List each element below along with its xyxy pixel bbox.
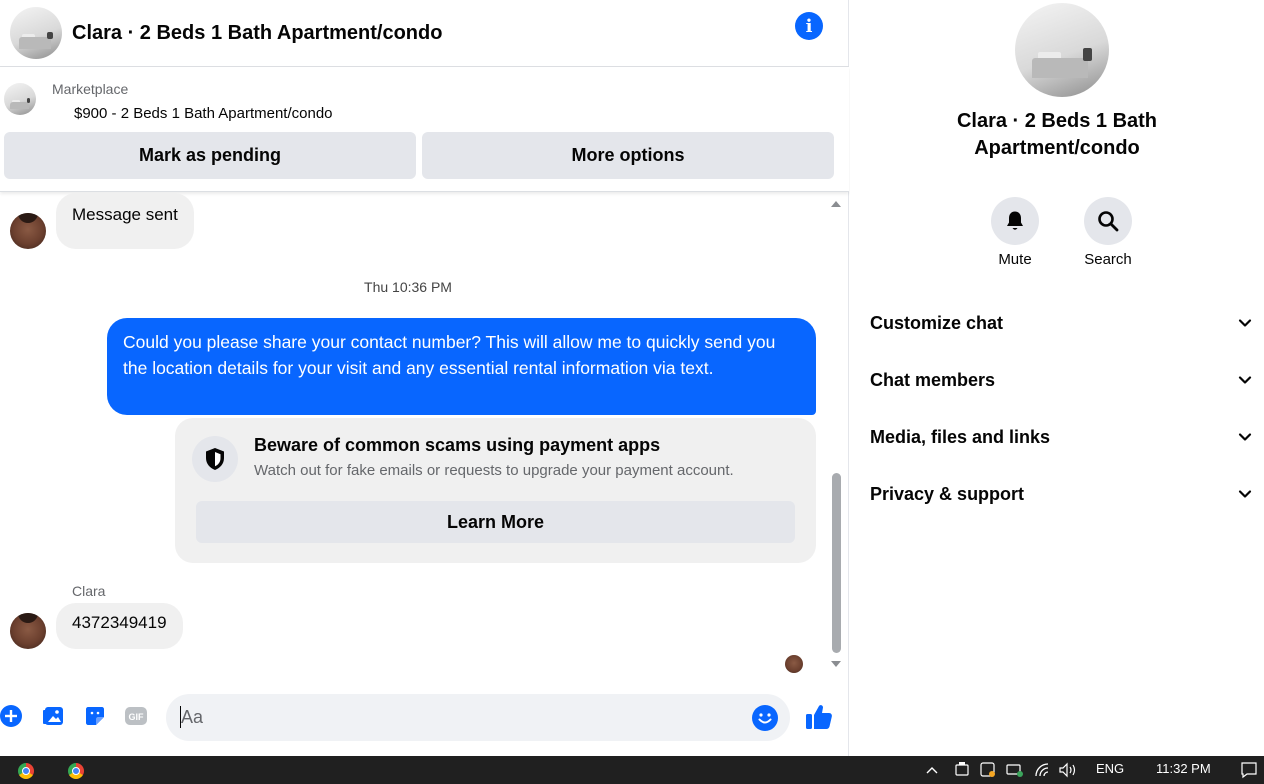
chevron-down-icon bbox=[1238, 490, 1252, 498]
listing-thumbnail[interactable] bbox=[4, 83, 36, 115]
language-indicator[interactable]: ENG bbox=[1096, 761, 1124, 776]
scam-warning-title: Beware of common scams using payment app… bbox=[254, 435, 661, 455]
section-label: Chat members bbox=[870, 369, 996, 390]
gif-icon[interactable]: GIF bbox=[124, 704, 148, 728]
listing-title[interactable]: $900 - 2 Beds 1 Bath Apartment/condo bbox=[74, 105, 333, 122]
pen-tablet-icon[interactable] bbox=[955, 762, 969, 778]
message-timestamp: Thu 10:36 PM bbox=[364, 279, 452, 295]
emoji-icon[interactable] bbox=[752, 705, 778, 731]
clara-avatar[interactable] bbox=[10, 213, 46, 249]
chevron-down-icon bbox=[1238, 376, 1252, 384]
marketplace-banner: Marketplace $900 - 2 Beds 1 Bath Apartme… bbox=[0, 67, 849, 192]
app-tray-icon[interactable] bbox=[980, 762, 996, 778]
message-bubble-incoming[interactable]: 4372349419 bbox=[56, 603, 183, 649]
chat-column: Clara · 2 Beds 1 Bath Apartment/condo i … bbox=[0, 0, 849, 756]
seen-indicator-avatar bbox=[785, 655, 803, 673]
chevron-down-icon bbox=[1238, 433, 1252, 441]
section-label: Media, files and links bbox=[870, 426, 1051, 447]
scroll-up-arrow-icon[interactable] bbox=[831, 201, 841, 207]
gif-label: GIF bbox=[129, 712, 145, 722]
section-label: Privacy & support bbox=[870, 483, 1025, 504]
clara-avatar[interactable] bbox=[10, 613, 46, 649]
system-clock[interactable]: 11:32 PM bbox=[1156, 761, 1211, 776]
scam-warning-description: Watch out for fake emails or requests to… bbox=[254, 462, 734, 479]
speaker-icon[interactable] bbox=[1058, 762, 1078, 778]
messenger-app: Clara · 2 Beds 1 Bath Apartment/condo i … bbox=[0, 0, 1264, 756]
message-scrollbar[interactable] bbox=[828, 195, 844, 675]
panel-conversation-title: Clara · 2 Beds 1 Bath Apartment/condo bbox=[850, 108, 1264, 162]
conversation-title[interactable]: Clara · 2 Beds 1 Bath Apartment/condo bbox=[72, 22, 442, 45]
plus-circle-icon[interactable] bbox=[0, 704, 23, 728]
scroll-down-arrow-icon[interactable] bbox=[831, 661, 841, 667]
section-media-files-links[interactable]: Media, files and links bbox=[870, 422, 1252, 452]
more-options-button[interactable]: More options bbox=[422, 132, 834, 179]
message-list: Message sent Thu 10:36 PM Could you plea… bbox=[0, 193, 849, 683]
message-bubble-outgoing[interactable]: Could you please share your contact numb… bbox=[107, 318, 816, 415]
chat-header: Clara · 2 Beds 1 Bath Apartment/condo i bbox=[0, 0, 849, 67]
chrome-icon[interactable] bbox=[68, 763, 84, 779]
sticker-icon[interactable] bbox=[83, 704, 107, 728]
mute-button[interactable] bbox=[991, 197, 1039, 245]
marketplace-label: Marketplace bbox=[52, 81, 129, 97]
panel-title-line-1: Clara · 2 Beds 1 Bath bbox=[956, 110, 1158, 132]
panel-conversation-avatar[interactable] bbox=[1015, 3, 1109, 97]
notification-icon[interactable] bbox=[1240, 761, 1258, 779]
search-button[interactable] bbox=[1084, 197, 1132, 245]
conversation-info-panel: Clara · 2 Beds 1 Bath Apartment/condo Mu… bbox=[850, 0, 1264, 756]
section-customize-chat[interactable]: Customize chat bbox=[870, 308, 1252, 338]
mark-as-pending-button[interactable]: Mark as pending bbox=[4, 132, 416, 179]
windows-taskbar: ENG 11:32 PM bbox=[0, 756, 1264, 784]
wifi-icon[interactable] bbox=[1034, 762, 1052, 778]
section-privacy-support[interactable]: Privacy & support bbox=[870, 479, 1252, 509]
chevron-up-icon[interactable] bbox=[926, 765, 938, 775]
message-composer: GIF Aa bbox=[0, 690, 849, 746]
chrome-icon[interactable] bbox=[18, 763, 34, 779]
search-label: Search bbox=[1084, 251, 1132, 268]
scroll-thumb[interactable] bbox=[832, 473, 841, 653]
chevron-down-icon bbox=[1238, 319, 1252, 327]
learn-more-button[interactable]: Learn More bbox=[196, 501, 795, 543]
panel-title-line-2: Apartment/condo bbox=[974, 137, 1140, 159]
mute-label: Mute bbox=[998, 251, 1032, 268]
section-chat-members[interactable]: Chat members bbox=[870, 365, 1252, 395]
network-status-icon[interactable] bbox=[1006, 762, 1024, 778]
thumbs-up-icon[interactable] bbox=[804, 702, 834, 732]
message-input-placeholder: Aa bbox=[181, 707, 204, 727]
photo-icon[interactable] bbox=[42, 704, 66, 728]
conversation-avatar[interactable] bbox=[10, 7, 62, 59]
message-input[interactable]: Aa bbox=[166, 694, 790, 741]
section-label: Customize chat bbox=[870, 312, 1004, 333]
shield-icon bbox=[192, 436, 238, 482]
info-icon[interactable]: i bbox=[795, 12, 823, 40]
sender-name: Clara bbox=[72, 583, 106, 599]
bell-icon bbox=[1007, 211, 1023, 230]
scam-warning-card: Beware of common scams using payment app… bbox=[175, 418, 816, 563]
message-bubble-incoming[interactable]: Message sent bbox=[56, 193, 194, 249]
listing-actions: Mark as pending More options bbox=[4, 132, 834, 179]
search-icon bbox=[1098, 211, 1119, 232]
